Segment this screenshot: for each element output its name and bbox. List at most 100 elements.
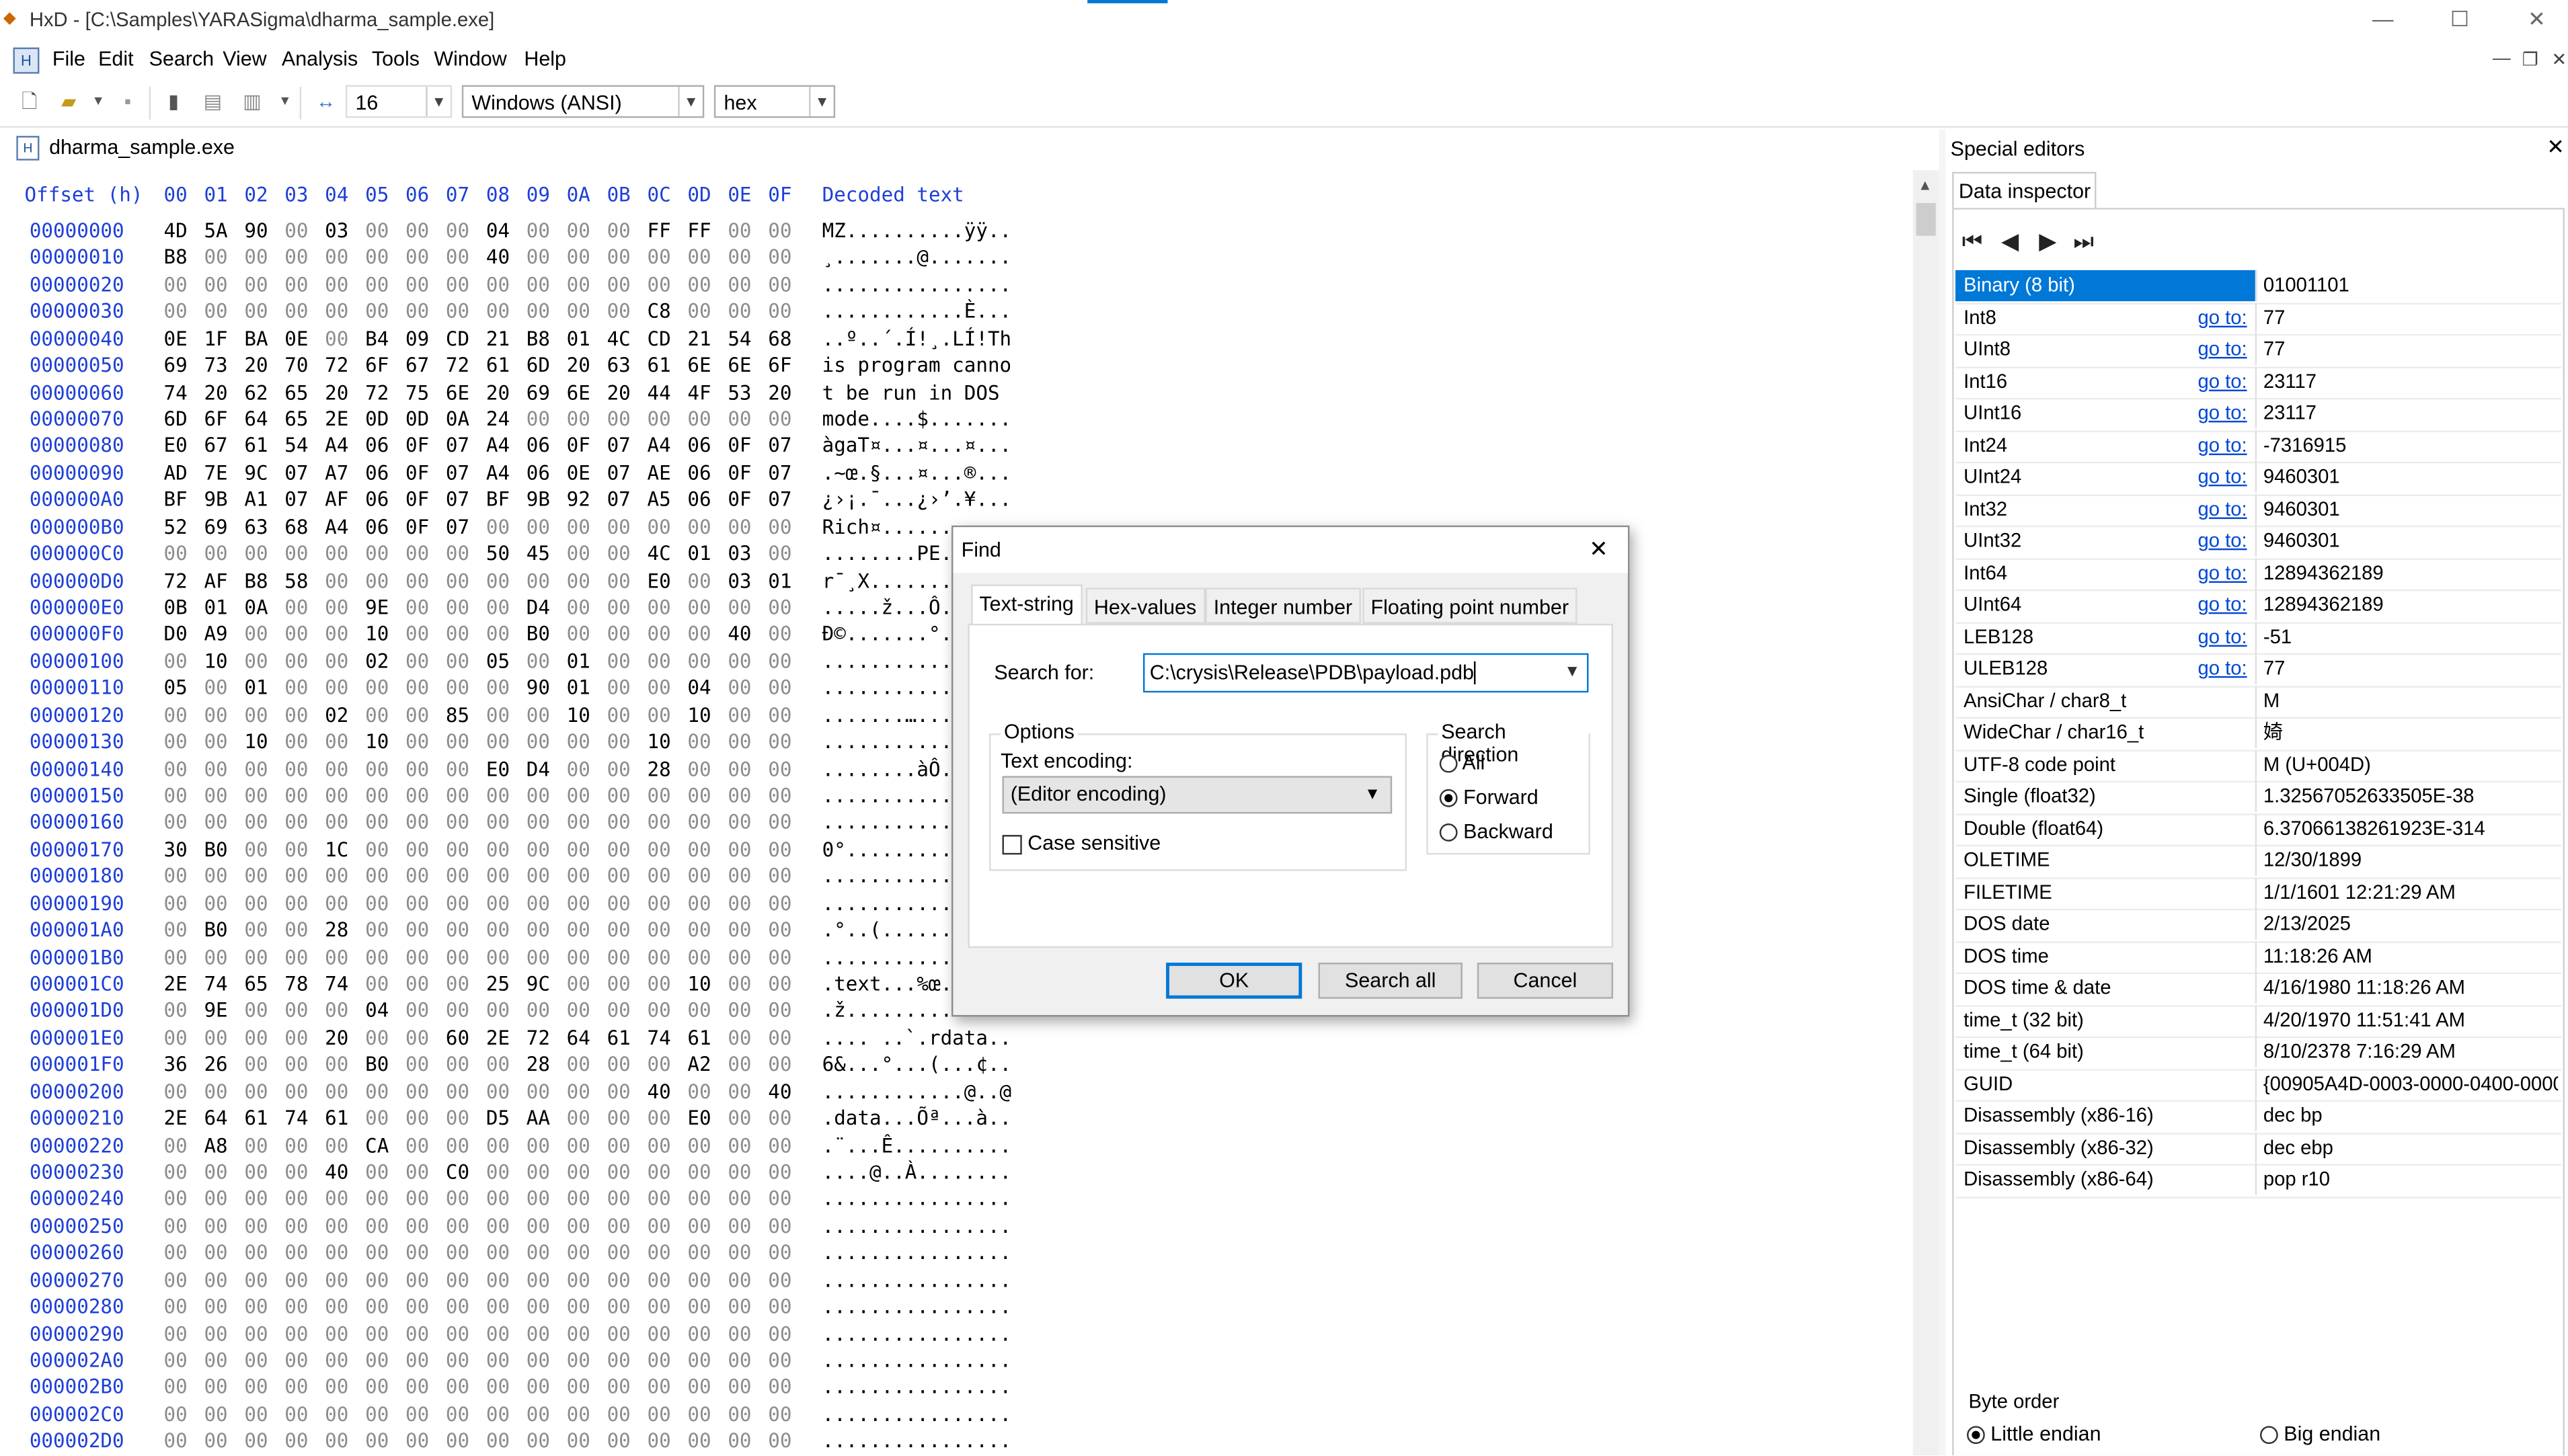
hex-byte[interactable]: 00	[647, 1053, 680, 1076]
hex-byte[interactable]: 05	[164, 677, 197, 700]
hex-byte[interactable]: 00	[325, 758, 358, 780]
hex-byte[interactable]: 00	[365, 973, 398, 996]
hex-byte[interactable]: 92	[567, 489, 600, 512]
hex-byte[interactable]: 00	[607, 1134, 640, 1157]
hex-byte[interactable]: 40	[768, 1080, 801, 1103]
hex-byte[interactable]: 00	[567, 1053, 600, 1076]
hex-byte[interactable]: 00	[607, 892, 640, 915]
inspector-row[interactable]: WideChar / char16_t 婍	[1955, 717, 2562, 751]
hex-byte[interactable]: 20	[768, 380, 801, 403]
hex-byte[interactable]: FF	[647, 219, 680, 242]
hex-byte[interactable]: 00	[647, 1242, 680, 1264]
hex-row[interactable]: 00000070 6D 6F 64 65 2E 0D 0D 0A 24 00 00 00 00 00 00 00…	[0, 407, 1913, 434]
hex-byte[interactable]: 00	[607, 1188, 640, 1211]
hex-byte[interactable]: 00	[728, 1295, 761, 1318]
hex-byte[interactable]: 00	[405, 1322, 438, 1345]
hex-byte[interactable]: 0F	[728, 461, 761, 484]
hex-byte[interactable]: 00	[244, 542, 277, 565]
hex-byte[interactable]: 4D	[164, 219, 197, 242]
hex-byte[interactable]: 00	[728, 407, 761, 430]
hex-byte[interactable]: 00	[446, 1188, 479, 1211]
hex-byte[interactable]: 00	[768, 542, 801, 565]
hex-byte[interactable]: 00	[527, 300, 559, 323]
hex-byte[interactable]: 06	[527, 434, 559, 457]
hex-byte[interactable]: 00	[446, 838, 479, 861]
hex-byte[interactable]: 00	[486, 865, 519, 888]
hex-byte[interactable]: 00	[607, 1215, 640, 1238]
hex-byte[interactable]: 9B	[527, 489, 559, 512]
hex-byte[interactable]: 00	[244, 300, 277, 323]
hex-byte[interactable]: 00	[365, 946, 398, 969]
hex-byte[interactable]: 6D	[527, 354, 559, 376]
hex-byte[interactable]: 00	[527, 1080, 559, 1103]
decoded-text[interactable]: ................	[822, 1242, 1012, 1264]
hex-byte[interactable]: 00	[486, 1161, 519, 1184]
hex-byte[interactable]: 00	[768, 1215, 801, 1238]
goto-link[interactable]: go to:	[2197, 621, 2247, 652]
hex-byte[interactable]: 07	[768, 489, 801, 512]
hex-byte[interactable]: 00	[244, 1080, 277, 1103]
hex-byte[interactable]: 00	[365, 919, 398, 942]
hex-byte[interactable]: 00	[567, 1188, 600, 1211]
inspector-value[interactable]: 11:18:26 AM	[2263, 940, 2558, 971]
ok-button[interactable]: OK	[1166, 963, 1302, 999]
hex-byte[interactable]: 72	[365, 380, 398, 403]
hex-byte[interactable]: 00	[446, 1349, 479, 1372]
hex-byte[interactable]: 00	[527, 1215, 559, 1238]
hex-byte[interactable]: 00	[405, 1053, 438, 1076]
hex-byte[interactable]: 00	[647, 1161, 680, 1184]
decoded-text[interactable]: MZ..........ÿÿ..	[822, 219, 1012, 242]
hex-byte[interactable]: 00	[728, 300, 761, 323]
hex-byte[interactable]: 00	[607, 596, 640, 619]
previous-icon[interactable]: ◀	[2001, 228, 2019, 255]
hex-byte[interactable]: 00	[204, 811, 237, 834]
hex-byte[interactable]: 00	[647, 1349, 680, 1372]
hex-byte[interactable]: 01	[244, 677, 277, 700]
inspector-row[interactable]: Disassembly (x86-32) dec ebp	[1955, 1132, 2562, 1166]
hex-byte[interactable]: 00	[446, 246, 479, 269]
hex-byte[interactable]: 00	[204, 1026, 237, 1049]
hex-byte[interactable]: 00	[365, 1376, 398, 1399]
hex-byte[interactable]: 00	[647, 246, 680, 269]
hex-row[interactable]: 000000A0 BF 9B A1 07 AF 06 0F 07 BF 9B 92 07 A5 06 0F 07…	[0, 489, 1913, 515]
hex-byte[interactable]: 00	[284, 596, 317, 619]
hex-byte[interactable]: 01	[687, 542, 720, 565]
hex-byte[interactable]: 00	[527, 704, 559, 727]
hex-byte[interactable]: 00	[567, 1376, 600, 1399]
hex-byte[interactable]: 00	[365, 1349, 398, 1372]
hex-byte[interactable]: 00	[527, 946, 559, 969]
hex-byte[interactable]: 00	[325, 892, 358, 915]
hex-row[interactable]: 00000010 B8 00 00 00 00 00 00 00 40 00 00 00 00 00 00 00…	[0, 246, 1913, 272]
inspector-value[interactable]: M (U+004D)	[2263, 749, 2558, 780]
hex-byte[interactable]: 00	[244, 892, 277, 915]
chevron-down-icon[interactable]: ▼	[678, 87, 703, 116]
menu-analysis[interactable]: Analysis	[282, 48, 358, 71]
hex-row[interactable]: 000001E0 00 00 00 00 20 00 00 60 2E 72 64 61 74 61 00 00…	[0, 1026, 1913, 1053]
hex-byte[interactable]: 00	[204, 1376, 237, 1399]
hex-byte[interactable]: 0F	[405, 489, 438, 512]
inspector-value[interactable]: 9460301	[2263, 493, 2558, 524]
hex-byte[interactable]: 20	[325, 1026, 358, 1049]
hex-byte[interactable]: 00	[486, 1242, 519, 1264]
hex-byte[interactable]: 00	[164, 1242, 197, 1264]
hex-byte[interactable]: 00	[527, 407, 559, 430]
hex-byte[interactable]: 40	[325, 1161, 358, 1184]
hex-byte[interactable]: 61	[687, 1026, 720, 1049]
hex-byte[interactable]: 00	[486, 1134, 519, 1157]
hex-byte[interactable]: 00	[325, 542, 358, 565]
hex-byte[interactable]: 00	[365, 542, 398, 565]
hex-byte[interactable]: 6E	[446, 380, 479, 403]
hex-byte[interactable]: 00	[244, 1053, 277, 1076]
hex-byte[interactable]: 00	[446, 758, 479, 780]
hex-byte[interactable]: 00	[607, 542, 640, 565]
hex-byte[interactable]: E0	[647, 569, 680, 592]
hex-byte[interactable]: 0E	[284, 327, 317, 350]
hex-byte[interactable]: 00	[647, 1430, 680, 1453]
goto-link[interactable]: go to:	[2197, 430, 2247, 460]
close-file-icon[interactable]: ▮	[161, 89, 187, 115]
hex-byte[interactable]: 67	[204, 434, 237, 457]
hex-byte[interactable]: 00	[567, 1322, 600, 1345]
hex-byte[interactable]: 00	[446, 973, 479, 996]
hex-byte[interactable]: 00	[244, 1215, 277, 1238]
hex-byte[interactable]: 00	[405, 784, 438, 807]
